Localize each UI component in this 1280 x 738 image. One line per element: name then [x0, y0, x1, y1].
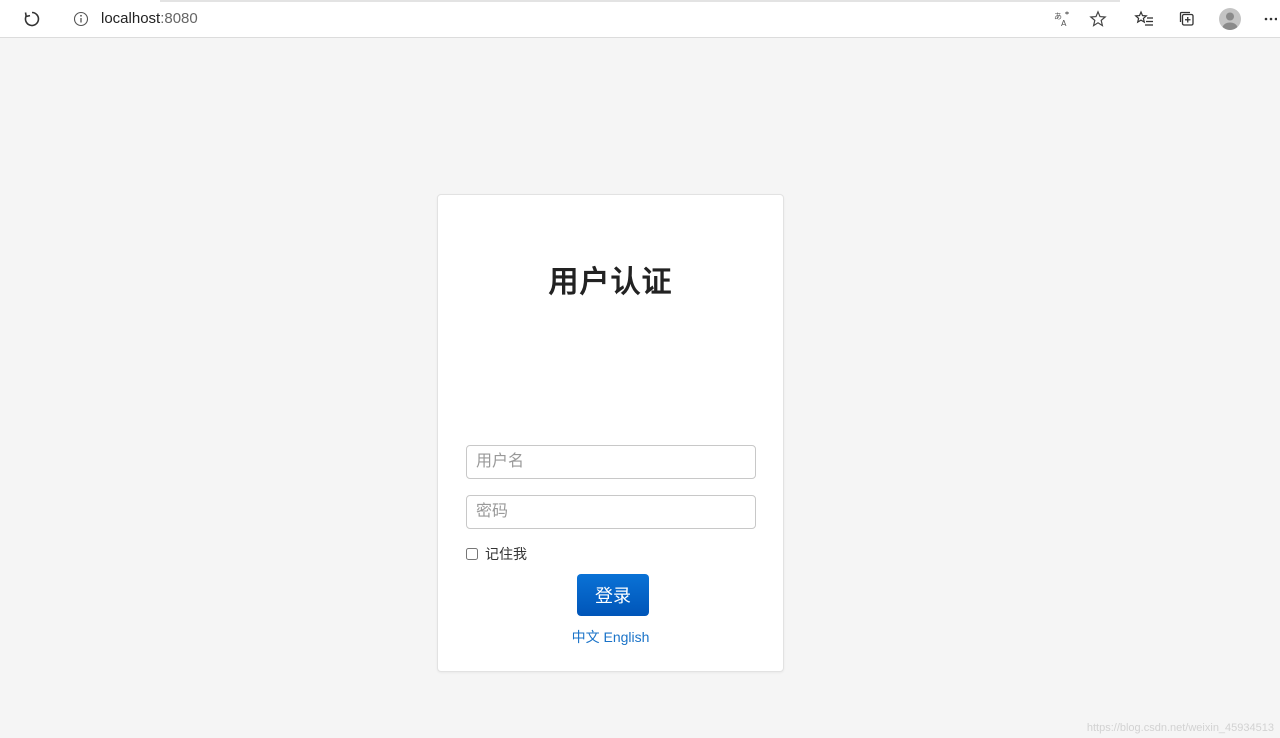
svg-text:A: A — [1061, 19, 1067, 28]
lang-en-link[interactable]: English — [603, 629, 649, 645]
url-text[interactable]: localhost:8080 — [101, 5, 198, 33]
url-host: localhost — [101, 10, 161, 27]
refresh-icon[interactable] — [20, 7, 44, 31]
watermark: https://blog.csdn.net/weixin_45934513 — [1086, 722, 1274, 734]
remember-label: 记住我 — [485, 546, 527, 562]
address-bar[interactable]: localhost:8080 あ A — [58, 5, 1116, 33]
username-input[interactable] — [466, 445, 756, 479]
remember-checkbox[interactable] — [466, 548, 478, 560]
tab-strip-edge — [160, 0, 1120, 2]
translate-icon[interactable]: あ A — [1050, 7, 1074, 31]
language-switcher: 中文 English — [438, 627, 783, 647]
login-button[interactable]: 登录 — [577, 574, 649, 616]
url-port: :8080 — [160, 10, 198, 27]
star-icon[interactable] — [1086, 7, 1110, 31]
collections-icon[interactable] — [1175, 7, 1199, 31]
remember-me[interactable]: 记住我 — [466, 546, 527, 562]
more-icon[interactable] — [1260, 7, 1280, 31]
favorites-icon[interactable] — [1132, 7, 1156, 31]
browser-toolbar: localhost:8080 あ A — [0, 0, 1280, 38]
info-icon[interactable] — [70, 8, 92, 30]
login-card: 用户认证 记住我 登录 中文 English — [437, 194, 784, 672]
page-title: 用户认证 — [548, 266, 673, 299]
profile-avatar[interactable] — [1219, 8, 1241, 30]
lang-zh-link[interactable]: 中文 — [572, 629, 600, 645]
password-input[interactable] — [466, 495, 756, 529]
